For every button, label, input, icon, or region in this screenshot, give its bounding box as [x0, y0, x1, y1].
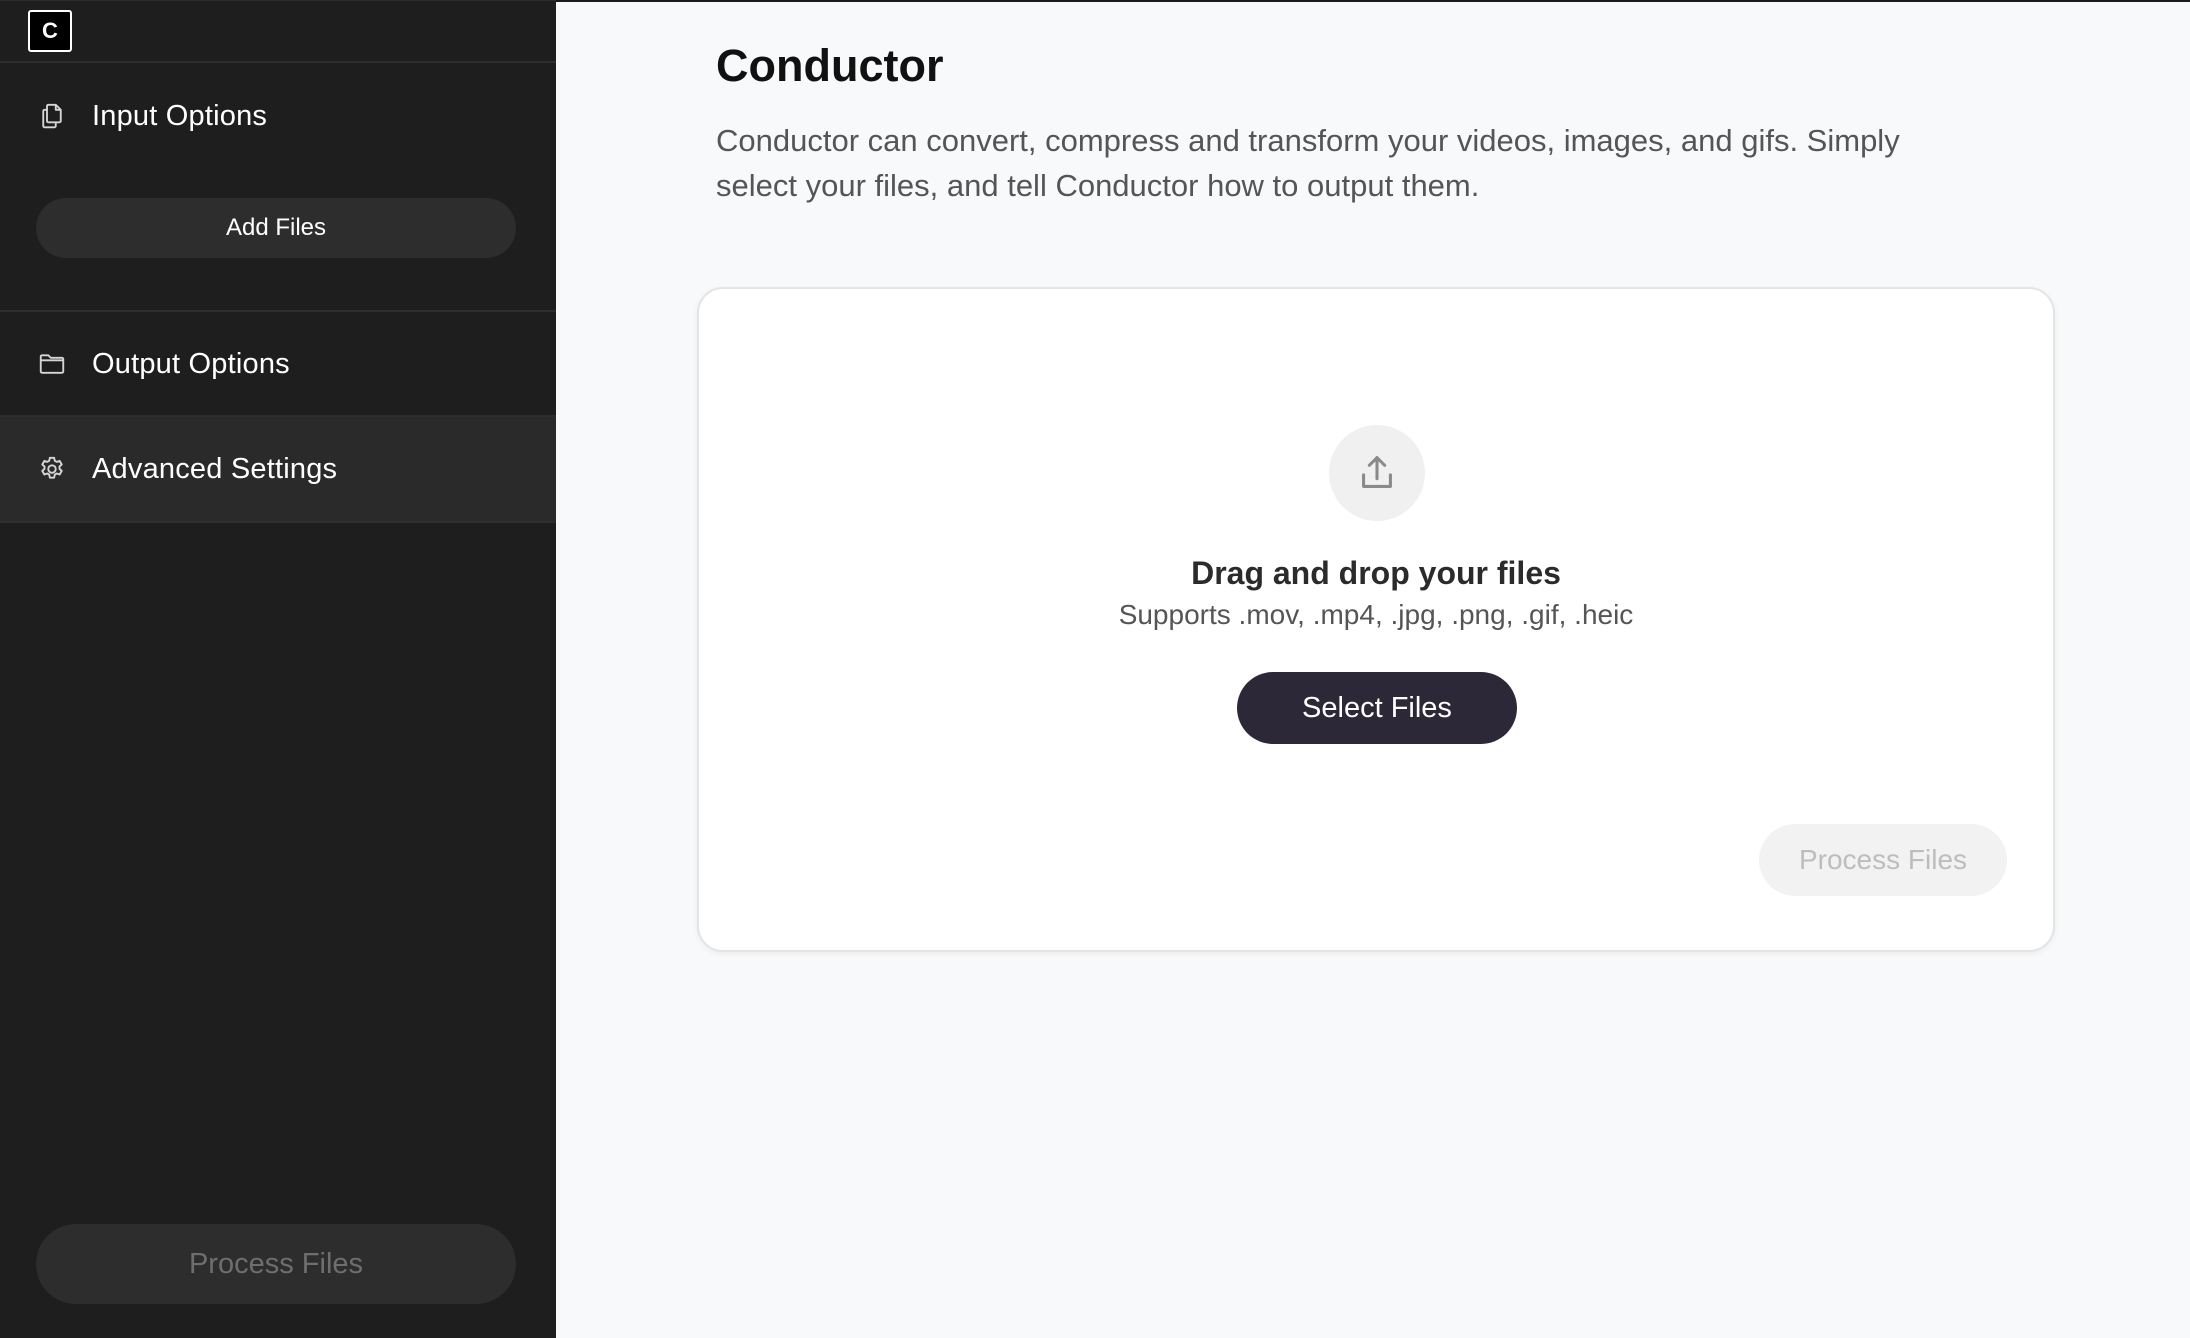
- upload-icon: [1329, 425, 1425, 521]
- add-files-button[interactable]: Add Files: [36, 198, 516, 258]
- sidebar-item-label: Input Options: [92, 99, 268, 132]
- app-logo: C: [28, 10, 72, 52]
- sidebar-item-label: Output Options: [92, 347, 290, 380]
- select-files-button[interactable]: Select Files: [1237, 672, 1517, 744]
- gear-icon: [36, 453, 68, 485]
- sidebar-top-border: [0, 0, 556, 1]
- page-title: Conductor: [716, 40, 944, 91]
- sidebar-item-output-options[interactable]: Output Options: [0, 312, 556, 416]
- sidebar-process-files-button[interactable]: Process Files: [36, 1224, 516, 1304]
- dropzone-supported-formats: Supports .mov, .mp4, .jpg, .png, .gif, .…: [1118, 599, 1634, 630]
- window-top-border: [556, 0, 2190, 2]
- sidebar-divider: [0, 61, 556, 63]
- folder-icon: [36, 348, 68, 380]
- file-dropzone[interactable]: Drag and drop your files Supports .mov, …: [697, 287, 2055, 952]
- sidebar: C Input Options Add Files Output Options…: [0, 0, 556, 1338]
- sidebar-item-input-options[interactable]: Input Options: [0, 64, 556, 168]
- sidebar-item-advanced-settings[interactable]: Advanced Settings: [0, 417, 556, 521]
- process-files-button[interactable]: Process Files: [1759, 824, 2007, 896]
- app-logo-letter: C: [42, 18, 58, 43]
- copy-icon: [36, 100, 68, 132]
- page-description: Conductor can convert, compress and tran…: [716, 123, 1900, 203]
- dropzone-title: Drag and drop your files: [1191, 555, 1561, 591]
- sidebar-item-label: Advanced Settings: [92, 452, 338, 485]
- sidebar-divider: [0, 521, 556, 523]
- app-window: C Input Options Add Files Output Options…: [0, 0, 2190, 1338]
